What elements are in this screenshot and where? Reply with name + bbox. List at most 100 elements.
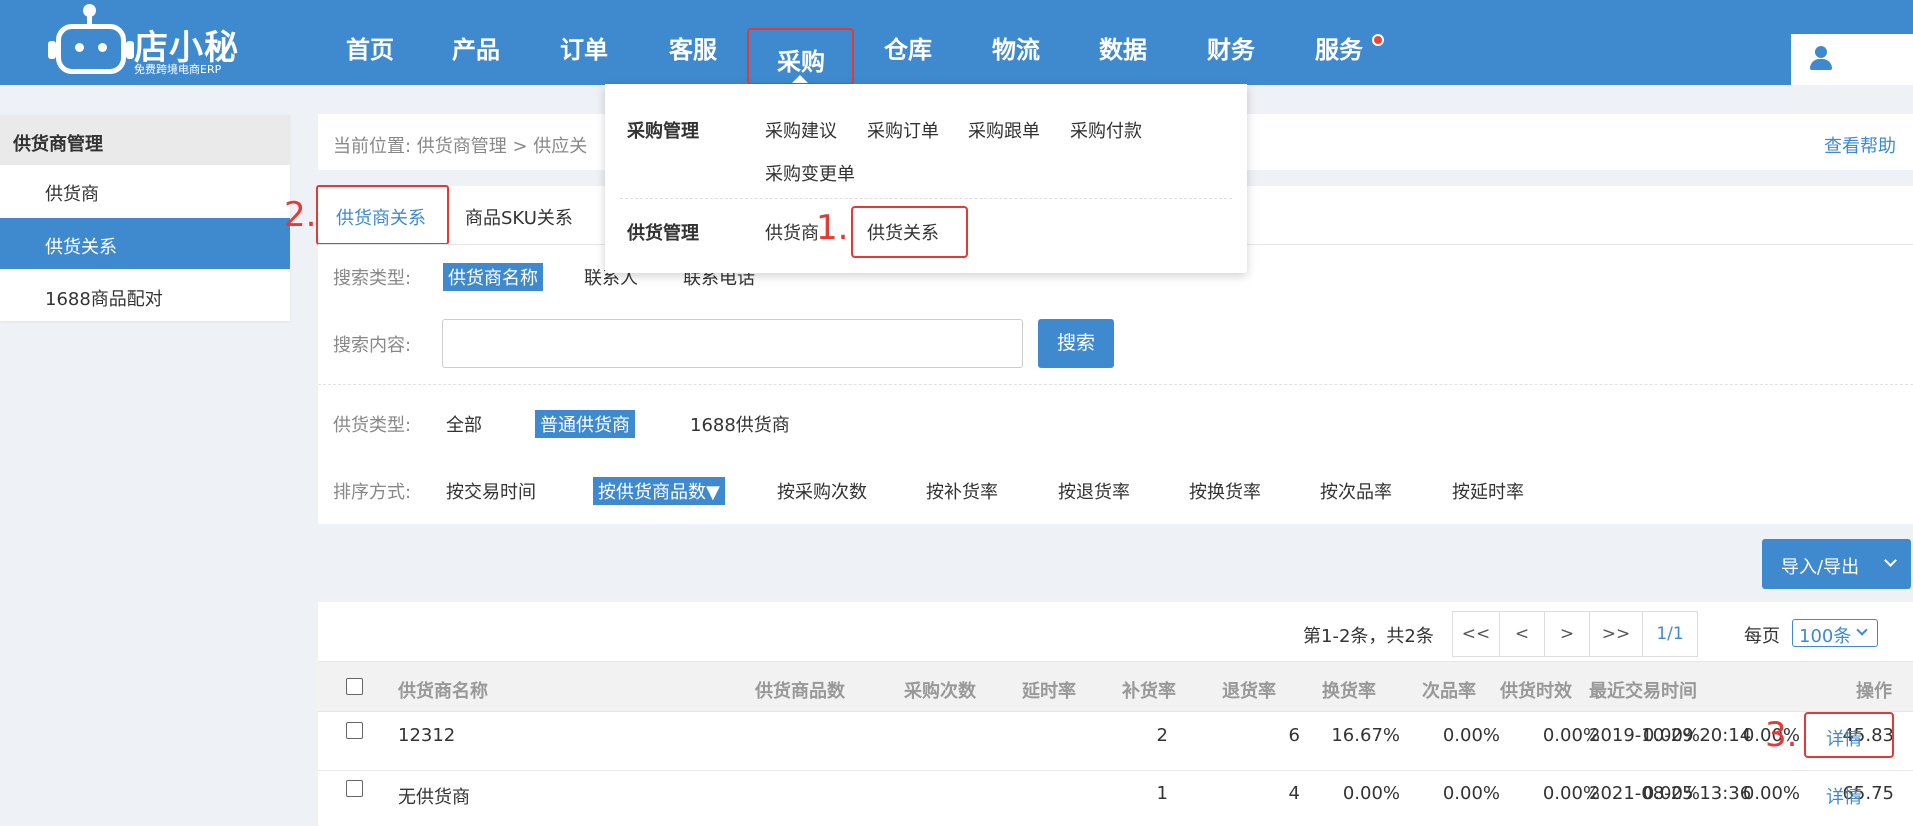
sort-by-exchange-rate[interactable]: 按换货率 (1189, 478, 1261, 504)
cell-supplier-name: 无供货商 (398, 787, 470, 808)
notification-dot (1372, 34, 1384, 46)
sidebar: 供货商管理 供货商 供货关系 1688商品配对 (0, 115, 290, 321)
col-product-count[interactable]: 供货商品数 (755, 677, 845, 703)
row-checkbox[interactable] (346, 722, 363, 739)
sidebar-item-1688-matching[interactable]: 1688商品配对 (0, 270, 290, 321)
sidebar-item-supply-relation[interactable]: 供货关系 (0, 218, 290, 269)
sort-by-restock-rate[interactable]: 按补货率 (926, 478, 998, 504)
nav-data[interactable]: 数据 (1099, 30, 1147, 65)
top-nav-bar: 店小秘 免费跨境电商ERP 首页 产品 订单 客服 采购 仓库 物流 数据 财务… (0, 0, 1913, 85)
user-icon (1808, 46, 1834, 72)
supply-type-label: 供货类型: (333, 415, 412, 436)
pager-first[interactable]: << (1452, 611, 1500, 657)
col-last-trade-time[interactable]: 最近交易时间 (1589, 677, 1697, 703)
annotation-step-3: 3. (1765, 715, 1798, 755)
table-row: 无供货商 1 4 0.00% 0.00% 0.00% 0.00% 0.00% 6… (318, 771, 1913, 826)
search-button[interactable]: 搜索 (1038, 319, 1114, 368)
cell-delay-rate: 0.00% (1342, 783, 1400, 804)
nav-logistics[interactable]: 物流 (992, 30, 1040, 65)
user-menu[interactable] (1791, 34, 1913, 85)
menu-item-purchase-change[interactable]: 采购变更单 (765, 160, 855, 186)
purchase-dropdown-menu: 采购管理 采购建议 采购订单 采购跟单 采购付款 采购变更单 供货管理 供货商 … (605, 84, 1247, 273)
pager-current[interactable]: 1/1 (1642, 611, 1698, 657)
nav-customer-service[interactable]: 客服 (669, 30, 717, 65)
import-export-button[interactable]: 导入/导出 (1762, 539, 1911, 589)
nav-services[interactable]: 服务 (1315, 30, 1363, 65)
cell-return-rate: 0.00% (1542, 725, 1600, 746)
col-restock-rate[interactable]: 补货率 (1122, 677, 1176, 703)
cell-product-count: 2 (1156, 725, 1168, 746)
col-purchase-count[interactable]: 采购次数 (904, 677, 976, 703)
sort-by-delay-rate[interactable]: 按延时率 (1452, 478, 1524, 504)
sort-by-defect-rate[interactable]: 按次品率 (1320, 478, 1392, 504)
nav-purchase[interactable]: 采购 (777, 42, 825, 77)
tab-sku-relation[interactable]: 商品SKU关系 (465, 204, 573, 230)
supply-type-1688[interactable]: 1688供货商 (690, 411, 790, 437)
cell-purchase-count: 6 (1288, 725, 1300, 746)
col-actions: 操作 (1856, 681, 1892, 702)
search-content-label: 搜索内容: (333, 335, 412, 356)
cell-delay-rate: 16.67% (1331, 725, 1400, 746)
brand-logo[interactable]: 店小秘 免费跨境电商ERP (48, 4, 242, 78)
table-header: 供货商名称 供货商品数 采购次数 延时率 补货率 退货率 换货率 次品率 供货时… (318, 661, 1913, 712)
sort-by-purchase-count[interactable]: 按采购次数 (777, 478, 867, 504)
tab-supplier-relation[interactable]: 供货商关系 (336, 204, 426, 230)
supply-type-all[interactable]: 全部 (446, 411, 482, 437)
per-page-select[interactable]: 100条 (1792, 619, 1878, 647)
nav-finance[interactable]: 财务 (1207, 30, 1255, 65)
search-type-supplier-name[interactable]: 供货商名称 (443, 263, 543, 291)
col-return-rate[interactable]: 退货率 (1222, 677, 1276, 703)
cell-purchase-count: 4 (1288, 783, 1300, 804)
menu-item-purchase-payment[interactable]: 采购付款 (1070, 117, 1142, 143)
menu-item-purchase-order[interactable]: 采购订单 (867, 117, 939, 143)
col-defect-rate[interactable]: 次品率 (1422, 677, 1476, 703)
sort-by-product-count[interactable]: 按供货商品数▼ (593, 477, 725, 505)
detail-link[interactable]: 详情 (1826, 783, 1862, 809)
nav-caret-icon (792, 75, 808, 83)
chevron-down-icon (1884, 554, 1897, 567)
supply-type-normal[interactable]: 普通供货商 (535, 410, 635, 438)
dropdown-group-supply-title: 供货管理 (627, 223, 699, 244)
select-all-checkbox[interactable] (346, 678, 363, 695)
table-panel: 第1-2条，共2条 << < > >> 1/1 每页 100条 供货商名称 供货… (318, 602, 1913, 826)
per-page-label: 每页 (1744, 626, 1780, 647)
table-row: 12312 2 6 16.67% 0.00% 0.00% 0.00% 0.00%… (318, 712, 1913, 771)
sort-by-trade-time[interactable]: 按交易时间 (446, 478, 536, 504)
menu-item-purchase-suggestion[interactable]: 采购建议 (765, 117, 837, 143)
annotation-step-2: 2. (284, 195, 317, 235)
brand-tagline: 免费跨境电商ERP (134, 63, 222, 76)
nav-products[interactable]: 产品 (452, 30, 500, 65)
help-link[interactable]: 查看帮助 (1824, 132, 1896, 158)
col-delay-rate[interactable]: 延时率 (1022, 677, 1076, 703)
pager-last[interactable]: >> (1589, 611, 1643, 657)
nav-warehouse[interactable]: 仓库 (884, 30, 932, 65)
col-supplier-name[interactable]: 供货商名称 (398, 677, 488, 703)
cell-restock-rate: 0.00% (1442, 725, 1500, 746)
nav-home[interactable]: 首页 (346, 30, 394, 65)
sort-by-return-rate[interactable]: 按退货率 (1058, 478, 1130, 504)
menu-item-supply-relation[interactable]: 供货关系 (867, 219, 939, 245)
cell-supplier-name: 12312 (398, 725, 456, 746)
cell-product-count: 1 (1156, 783, 1168, 804)
menu-item-purchase-tracking[interactable]: 采购跟单 (968, 117, 1040, 143)
breadcrumb: 当前位置: 供货商管理 > 供应关 (333, 136, 588, 157)
annotation-step-1: 1. (816, 208, 849, 248)
col-lead-time[interactable]: 供货时效 (1500, 677, 1572, 703)
col-exchange-rate[interactable]: 换货率 (1322, 677, 1376, 703)
cell-last-trade-time: 2019-10-29 20:14 (1589, 725, 1752, 746)
pager-info: 第1-2条，共2条 (1303, 626, 1434, 647)
dropdown-group-purchase-title: 采购管理 (627, 121, 699, 142)
cell-last-trade-time: 2021-08-25 13:36 (1589, 783, 1752, 804)
sidebar-item-supplier[interactable]: 供货商 (0, 165, 290, 216)
menu-item-supplier[interactable]: 供货商 (765, 219, 819, 245)
sort-label: 排序方式: (333, 482, 412, 503)
search-input[interactable] (442, 319, 1023, 368)
detail-link[interactable]: 详情 (1826, 725, 1862, 751)
row-checkbox[interactable] (346, 780, 363, 797)
nav-orders[interactable]: 订单 (560, 30, 608, 65)
search-type-label: 搜索类型: (333, 268, 412, 289)
pager-next[interactable]: > (1544, 611, 1590, 657)
cell-restock-rate: 0.00% (1442, 783, 1500, 804)
cell-return-rate: 0.00% (1542, 783, 1600, 804)
pager-prev[interactable]: < (1499, 611, 1545, 657)
